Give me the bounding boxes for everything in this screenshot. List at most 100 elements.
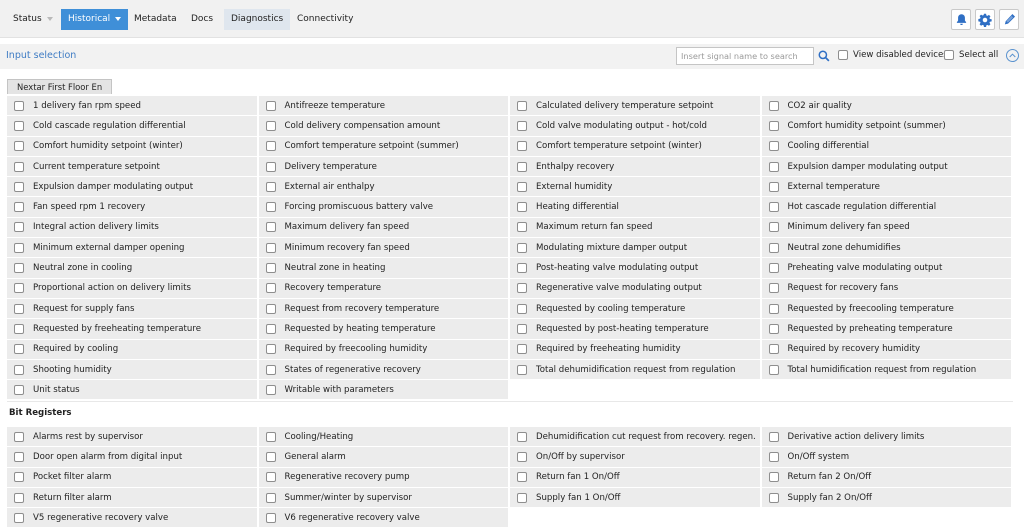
signal-checkbox[interactable] (14, 120, 24, 131)
signal-item[interactable]: Fan speed rpm 1 recovery (7, 197, 259, 218)
signal-item[interactable]: Unit status (7, 380, 259, 401)
signal-checkbox[interactable] (768, 222, 779, 233)
signal-checkbox[interactable] (768, 242, 779, 253)
signal-item[interactable]: Requested by preheating temperature (761, 319, 1013, 340)
settings-button[interactable] (975, 9, 995, 30)
signal-item[interactable]: States of regenerative recovery (258, 359, 510, 381)
bit-register-checkbox[interactable] (768, 492, 779, 503)
bit-register-checkbox[interactable] (517, 472, 527, 483)
signal-item[interactable]: Requested by cooling temperature (510, 298, 762, 320)
signal-item[interactable]: Maximum return fan speed (510, 217, 762, 239)
bit-register-item[interactable]: Cooling/Heating (258, 427, 510, 448)
signal-item[interactable]: Cold valve modulating output - hot/cold (510, 116, 762, 137)
signal-item[interactable]: Total dehumidification request from regu… (510, 359, 762, 381)
signal-item[interactable]: Request for supply fans (7, 298, 259, 320)
signal-item[interactable]: Modulating mixture damper output (510, 238, 762, 259)
signal-checkbox[interactable] (14, 181, 24, 192)
signal-checkbox[interactable] (768, 364, 779, 375)
signal-checkbox[interactable] (768, 283, 779, 294)
bit-register-checkbox[interactable] (14, 431, 24, 442)
signal-checkbox[interactable] (768, 141, 779, 152)
signal-item[interactable]: Shooting humidity (7, 359, 259, 381)
signal-checkbox[interactable] (14, 303, 24, 314)
bit-register-item[interactable]: Derivative action delivery limits (761, 427, 1013, 448)
signal-checkbox[interactable] (517, 364, 527, 375)
signal-item[interactable]: Requested by post-heating temperature (510, 319, 762, 340)
select-all-checkbox[interactable] (944, 50, 954, 60)
signal-item[interactable]: Expulsion damper modulating output (7, 177, 259, 198)
bit-register-checkbox[interactable] (14, 512, 24, 523)
signal-item[interactable]: Required by freecooling humidity (258, 339, 510, 360)
signal-checkbox[interactable] (14, 242, 24, 253)
bit-register-checkbox[interactable] (265, 431, 276, 442)
bit-register-checkbox[interactable] (517, 451, 527, 462)
signal-checkbox[interactable] (768, 202, 779, 213)
signal-checkbox[interactable] (768, 100, 779, 111)
signal-item[interactable]: Preheating valve modulating output (761, 258, 1013, 279)
signal-item[interactable]: Recovery temperature (258, 278, 510, 299)
view-disabled-devices-toggle[interactable]: View disabled devices (838, 50, 948, 60)
signal-item[interactable]: Comfort humidity setpoint (summer) (761, 116, 1013, 137)
signal-checkbox[interactable] (265, 202, 276, 213)
signal-item[interactable]: Minimum delivery fan speed (761, 217, 1013, 239)
bit-register-checkbox[interactable] (14, 451, 24, 462)
signal-checkbox[interactable] (265, 364, 276, 375)
signal-item[interactable]: Required by freeheating humidity (510, 339, 762, 360)
signal-checkbox[interactable] (265, 303, 276, 314)
signal-item[interactable]: Heating differential (510, 197, 762, 218)
signal-checkbox[interactable] (517, 202, 527, 213)
signal-checkbox[interactable] (517, 161, 527, 172)
signal-checkbox[interactable] (768, 323, 779, 334)
signal-item[interactable]: Enthalpy recovery (510, 156, 762, 178)
signal-item[interactable]: Proportional action on delivery limits (7, 278, 259, 299)
bit-register-checkbox[interactable] (768, 472, 779, 483)
signal-checkbox[interactable] (517, 263, 527, 274)
signal-checkbox[interactable] (265, 323, 276, 334)
signal-item[interactable]: Comfort temperature setpoint (winter) (510, 136, 762, 157)
signal-item[interactable]: Requested by heating temperature (258, 319, 510, 340)
tab-docs[interactable]: Docs (184, 9, 220, 30)
signal-checkbox[interactable] (14, 141, 24, 152)
tab-metadata[interactable]: Metadata (127, 9, 184, 30)
bit-register-item[interactable]: On/Off by supervisor (510, 447, 762, 468)
search-button[interactable] (815, 47, 832, 65)
signal-checkbox[interactable] (517, 283, 527, 294)
signal-checkbox[interactable] (14, 384, 24, 395)
signal-checkbox[interactable] (517, 141, 527, 152)
signal-checkbox[interactable] (14, 263, 24, 274)
signal-item[interactable]: CO2 air quality (761, 96, 1013, 117)
bit-register-checkbox[interactable] (265, 512, 276, 523)
signal-checkbox[interactable] (517, 181, 527, 192)
signal-checkbox[interactable] (768, 303, 779, 314)
signal-checkbox[interactable] (265, 263, 276, 274)
signal-item[interactable]: External air enthalpy (258, 177, 510, 198)
signal-item[interactable]: Forcing promiscuous battery valve (258, 197, 510, 218)
signal-item[interactable]: External temperature (761, 177, 1013, 198)
signal-checkbox[interactable] (14, 222, 24, 233)
signal-checkbox[interactable] (768, 120, 779, 131)
bit-register-item[interactable]: On/Off system (761, 447, 1013, 468)
signal-checkbox[interactable] (14, 364, 24, 375)
signal-checkbox[interactable] (265, 100, 276, 111)
bit-register-item[interactable]: Dehumidification cut request from recove… (510, 427, 762, 448)
signal-checkbox[interactable] (265, 344, 276, 355)
tab-connectivity[interactable]: Connectivity (290, 9, 360, 30)
signal-item[interactable]: Maximum delivery fan speed (258, 217, 510, 239)
signal-item[interactable]: Writable with parameters (258, 380, 510, 401)
tab-status[interactable]: Status (6, 9, 60, 30)
signal-checkbox[interactable] (768, 344, 779, 355)
bit-register-item[interactable]: Return fan 2 On/Off (761, 467, 1013, 488)
signal-checkbox[interactable] (517, 100, 527, 111)
signal-item[interactable]: Current temperature setpoint (7, 156, 259, 178)
signal-item[interactable]: Total humidification request from regula… (761, 359, 1013, 381)
bit-register-item[interactable]: V5 regenerative recovery valve (7, 508, 259, 529)
bit-register-checkbox[interactable] (265, 492, 276, 503)
bit-register-item[interactable]: Return filter alarm (7, 487, 259, 509)
signal-item[interactable]: Required by recovery humidity (761, 339, 1013, 360)
signal-item[interactable]: Comfort humidity setpoint (winter) (7, 136, 259, 157)
signal-search-input[interactable] (676, 47, 814, 65)
signal-checkbox[interactable] (14, 323, 24, 334)
signal-checkbox[interactable] (265, 222, 276, 233)
signal-checkbox[interactable] (517, 242, 527, 253)
device-tab[interactable]: Nextar First Floor En (7, 79, 113, 94)
